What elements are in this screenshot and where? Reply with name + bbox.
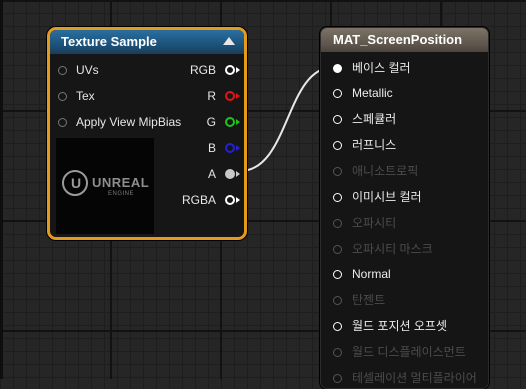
pin-label: R <box>207 89 216 103</box>
input-pin-tex[interactable]: Tex <box>58 86 178 106</box>
pin-circle-icon <box>333 296 342 305</box>
pin-circle-icon <box>333 167 342 176</box>
pin-circle-icon[interactable] <box>225 117 240 128</box>
logo-text: UNREAL <box>92 175 150 190</box>
pin-label: 이미시브 컬러 <box>352 190 422 204</box>
pin-label: A <box>207 167 216 181</box>
pin-label: B <box>207 141 216 155</box>
pin-label: 스페큘러 <box>352 112 397 126</box>
pin-circle-icon[interactable] <box>333 322 342 331</box>
material-result-node[interactable]: MAT_ScreenPosition 베이스 컬러 Metallic 스페큘러 … <box>320 27 489 389</box>
collapse-arrow-icon[interactable] <box>223 37 235 45</box>
pin-circle-icon[interactable] <box>333 115 342 124</box>
unreal-logo-icon: U <box>62 170 88 196</box>
pin-label: Normal <box>352 267 391 281</box>
pin-label: Tex <box>76 89 95 103</box>
pin-label: 탄젠트 <box>352 293 386 307</box>
pin-circle-icon <box>333 348 342 357</box>
pin-label: 애니소트로픽 <box>352 164 419 178</box>
pin-label: Metallic <box>352 86 393 100</box>
pin-label: 베이스 컬러 <box>352 61 411 75</box>
pin-circle-icon[interactable] <box>225 143 240 154</box>
pin-circle-icon[interactable] <box>58 92 67 101</box>
input-pin-uvs[interactable]: UVs <box>58 60 178 80</box>
material-node-title[interactable]: MAT_ScreenPosition <box>321 28 488 52</box>
pin-label: 테셀레이션 멀티플라이어 <box>352 371 477 385</box>
pin-label: 오파시티 <box>352 216 397 230</box>
texture-sample-title[interactable]: Texture Sample <box>50 30 244 54</box>
pin-label: 월드 포지션 오프셋 <box>352 319 447 333</box>
pin-circle-icon[interactable] <box>333 89 342 98</box>
output-pin-rgba[interactable]: RGBA <box>176 190 240 210</box>
pin-circle-icon[interactable] <box>58 66 67 75</box>
output-pin-rgb[interactable]: RGB <box>176 60 240 80</box>
pin-circle-icon[interactable] <box>225 195 240 206</box>
pin-label: Apply View MipBias <box>76 115 182 129</box>
output-pin-a[interactable]: A <box>176 164 240 184</box>
texture-sample-node[interactable]: Texture Sample UVs Tex Apply View MipBia… <box>47 27 247 240</box>
pin-circle-icon <box>333 219 342 228</box>
pin-circle-icon[interactable] <box>333 141 342 150</box>
pin-circle-icon[interactable] <box>225 65 240 76</box>
pin-label: RGBA <box>181 193 216 207</box>
pin-circle-icon[interactable] <box>225 169 240 180</box>
pin-label: 월드 디스플레이스먼트 <box>352 345 466 359</box>
pin-label: UVs <box>76 63 99 77</box>
pin-label: RGB <box>189 63 216 77</box>
pin-label: 오파시티 마스크 <box>352 242 433 256</box>
texture-thumbnail: U UNREAL ENGINE <box>56 138 154 234</box>
pin-circle-icon[interactable] <box>225 91 240 102</box>
logo-subtext: ENGINE <box>108 191 135 197</box>
output-pin-b[interactable]: B <box>176 138 240 158</box>
output-pin-g[interactable]: G <box>176 112 240 132</box>
pin-label: G <box>206 115 216 129</box>
pin-circle-icon[interactable] <box>333 270 342 279</box>
output-pin-r[interactable]: R <box>176 86 240 106</box>
pin-label: 러프니스 <box>352 138 397 152</box>
pin-circle-icon[interactable] <box>333 64 342 73</box>
pin-circle-icon[interactable] <box>333 193 342 202</box>
pin-circle-icon <box>333 245 342 254</box>
pin-circle-icon[interactable] <box>58 118 67 127</box>
